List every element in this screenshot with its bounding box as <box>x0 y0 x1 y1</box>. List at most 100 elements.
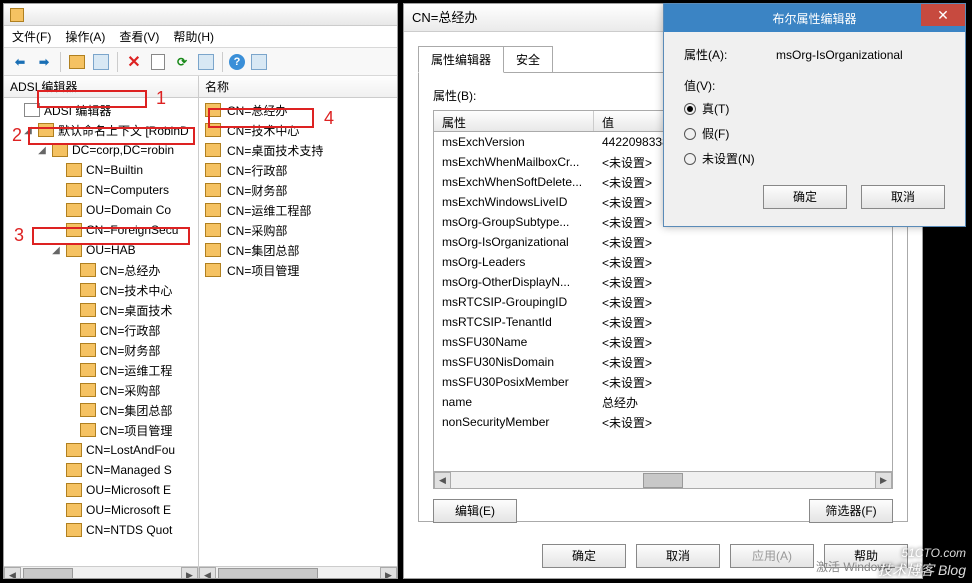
dialog-buttons: 确定 取消 应用(A) 帮助 <box>542 544 908 568</box>
folder-icon <box>80 303 96 317</box>
list-item[interactable]: CN=总经办 <box>199 100 397 120</box>
tree-header[interactable]: ADSI 编辑器 <box>4 76 198 98</box>
attr-name: msSFU30PosixMember <box>434 375 594 389</box>
cancel-button[interactable]: 取消 <box>636 544 720 568</box>
radio-icon[interactable] <box>684 128 696 140</box>
radio-icon[interactable] <box>684 153 696 165</box>
radio-true[interactable]: 真(T) <box>684 100 945 117</box>
attribute-row[interactable]: msOrg-OtherDisplayN...<未设置> <box>434 272 892 292</box>
refresh-icon[interactable]: ⟳ <box>172 52 192 72</box>
tree-item[interactable]: CN=财务部 <box>4 340 198 360</box>
filter-button[interactable]: 筛选器(F) <box>809 499 893 523</box>
tree-item[interactable]: CN=桌面技术 <box>4 300 198 320</box>
list-item[interactable]: CN=运维工程部 <box>199 200 397 220</box>
attribute-row[interactable]: msRTCSIP-TenantId<未设置> <box>434 312 892 332</box>
scroll-thumb[interactable] <box>643 473 683 488</box>
attribute-row[interactable]: msRTCSIP-GroupingID<未设置> <box>434 292 892 312</box>
tree-item[interactable]: CN=LostAndFou <box>4 440 198 460</box>
attribute-row[interactable]: msSFU30Name<未设置> <box>434 332 892 352</box>
tree-view[interactable]: ADSI 编辑器◢默认命名上下文 [RobinD◢DC=corp,DC=robi… <box>4 98 198 566</box>
tree-label: CN=技术中心 <box>100 282 172 299</box>
list-item[interactable]: CN=集团总部 <box>199 240 397 260</box>
list-item[interactable]: CN=财务部 <box>199 180 397 200</box>
back-icon[interactable]: ⬅ <box>10 52 30 72</box>
tree-item[interactable]: OU=Microsoft E <box>4 480 198 500</box>
attribute-row[interactable]: msSFU30PosixMember<未设置> <box>434 372 892 392</box>
attr-label: 属性(A): <box>684 46 776 63</box>
list-item[interactable]: CN=行政部 <box>199 160 397 180</box>
tree-item[interactable]: CN=行政部 <box>4 320 198 340</box>
tab-attribute-editor[interactable]: 属性编辑器 <box>418 46 504 73</box>
tree-item[interactable]: OU=Microsoft E <box>4 500 198 520</box>
scroll-right-icon[interactable]: ▶ <box>380 567 397 579</box>
help-icon[interactable]: ? <box>229 54 245 70</box>
tree-item[interactable]: CN=Computers <box>4 180 198 200</box>
scrollbar-horizontal[interactable]: ◀ ▶ <box>4 566 198 578</box>
folder-icon <box>66 163 82 177</box>
attribute-row[interactable]: msSFU30NisDomain<未设置> <box>434 352 892 372</box>
list-item[interactable]: CN=技术中心 <box>199 120 397 140</box>
attribute-row[interactable]: nonSecurityMember<未设置> <box>434 412 892 432</box>
tree-item[interactable]: ADSI 编辑器 <box>4 100 198 120</box>
tree-item[interactable]: CN=集团总部 <box>4 400 198 420</box>
apply-button[interactable]: 应用(A) <box>730 544 814 568</box>
list-item[interactable]: CN=采购部 <box>199 220 397 240</box>
scroll-thumb[interactable] <box>218 568 318 579</box>
tree-item[interactable]: ◢OU=HAB <box>4 240 198 260</box>
attribute-row[interactable]: msOrg-IsOrganizational<未设置> <box>434 232 892 252</box>
menu-help[interactable]: 帮助(H) <box>173 28 214 45</box>
delete-icon[interactable]: ✕ <box>124 52 144 72</box>
list-icon[interactable] <box>196 52 216 72</box>
menu-view[interactable]: 查看(V) <box>119 28 159 45</box>
radio-false[interactable]: 假(F) <box>684 125 945 142</box>
tree-item[interactable]: ◢默认命名上下文 [RobinD <box>4 120 198 140</box>
tree-item[interactable]: CN=Builtin <box>4 160 198 180</box>
tree-item[interactable]: CN=技术中心 <box>4 280 198 300</box>
scrollbar-horizontal[interactable]: ◀ ▶ <box>433 472 893 489</box>
radio-notset[interactable]: 未设置(N) <box>684 150 945 167</box>
tree-item[interactable]: CN=ForeignSecu <box>4 220 198 240</box>
tree-item[interactable]: CN=运维工程 <box>4 360 198 380</box>
list-item[interactable]: CN=项目管理 <box>199 260 397 280</box>
help-button[interactable]: 帮助 <box>824 544 908 568</box>
scroll-left-icon[interactable]: ◀ <box>199 567 216 579</box>
tree-item[interactable]: CN=项目管理 <box>4 420 198 440</box>
menu-action[interactable]: 操作(A) <box>65 28 105 45</box>
expand-toggle-icon[interactable]: ◢ <box>22 125 34 136</box>
scroll-right-icon[interactable]: ▶ <box>181 567 198 579</box>
tree-item[interactable]: CN=总经办 <box>4 260 198 280</box>
radio-icon[interactable] <box>684 103 696 115</box>
tree-item[interactable]: CN=Managed S <box>4 460 198 480</box>
up-folder-icon[interactable] <box>67 52 87 72</box>
expand-toggle-icon[interactable]: ◢ <box>50 245 62 256</box>
ok-button[interactable]: 确定 <box>763 185 847 209</box>
tree-item[interactable]: ◢DC=corp,DC=robin <box>4 140 198 160</box>
menu-file[interactable]: 文件(F) <box>12 28 51 45</box>
pane-icon[interactable] <box>249 52 269 72</box>
tree-item[interactable]: CN=NTDS Quot <box>4 520 198 540</box>
scroll-left-icon[interactable]: ◀ <box>434 472 451 489</box>
scroll-thumb[interactable] <box>23 568 73 579</box>
expand-toggle-icon[interactable]: ◢ <box>36 145 48 156</box>
forward-icon[interactable]: ➡ <box>34 52 54 72</box>
scroll-right-icon[interactable]: ▶ <box>875 472 892 489</box>
tree-item[interactable]: OU=Domain Co <box>4 200 198 220</box>
scrollbar-horizontal[interactable]: ◀ ▶ <box>199 566 397 578</box>
col-attribute[interactable]: 属性 <box>434 111 594 131</box>
tree-item[interactable]: CN=采购部 <box>4 380 198 400</box>
scroll-left-icon[interactable]: ◀ <box>4 567 21 579</box>
close-icon[interactable]: ✕ <box>921 4 965 26</box>
tab-security[interactable]: 安全 <box>503 46 553 73</box>
edit-button[interactable]: 编辑(E) <box>433 499 517 523</box>
list-header[interactable]: 名称 <box>199 76 397 98</box>
cancel-button[interactable]: 取消 <box>861 185 945 209</box>
attribute-row[interactable]: name总经办 <box>434 392 892 412</box>
window-icon[interactable] <box>91 52 111 72</box>
tree-label: CN=采购部 <box>100 382 160 399</box>
ok-button[interactable]: 确定 <box>542 544 626 568</box>
properties-icon[interactable] <box>148 52 168 72</box>
attr-value: <未设置> <box>594 354 892 371</box>
list-view[interactable]: CN=总经办CN=技术中心CN=桌面技术支持CN=行政部CN=财务部CN=运维工… <box>199 98 397 566</box>
list-item[interactable]: CN=桌面技术支持 <box>199 140 397 160</box>
attribute-row[interactable]: msOrg-Leaders<未设置> <box>434 252 892 272</box>
